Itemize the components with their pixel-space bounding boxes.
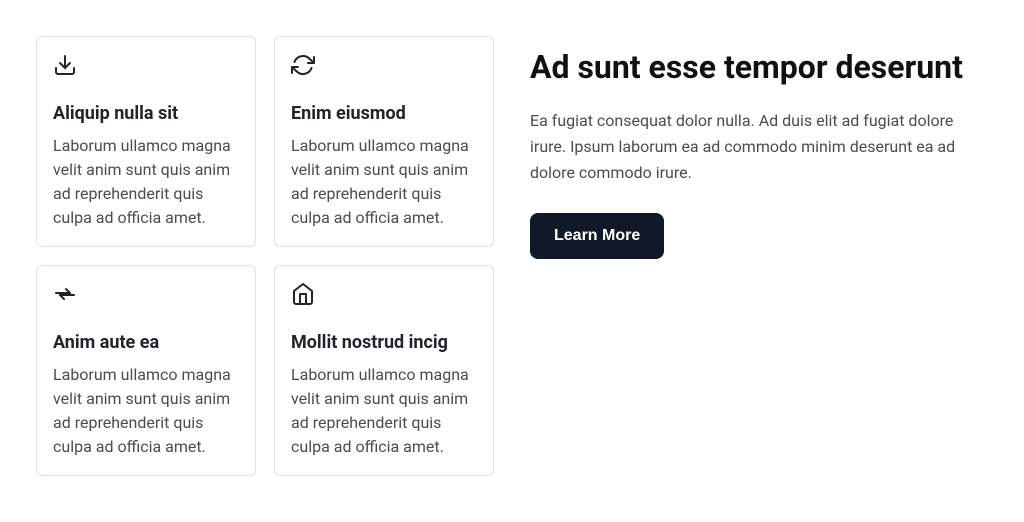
feature-cards-grid: Aliquip nulla sit Laborum ullamco magna … <box>36 36 494 476</box>
feature-card: Anim aute ea Laborum ullamco magna velit… <box>36 265 256 476</box>
feature-card-title: Anim aute ea <box>53 332 239 353</box>
hero-text: Ea fugiat consequat dolor nulla. Ad duis… <box>530 108 988 185</box>
feature-card-title: Enim eiusmod <box>291 103 477 124</box>
arrows-swap-icon <box>53 282 239 310</box>
download-icon <box>53 53 239 81</box>
feature-card: Enim eiusmod Laborum ullamco magna velit… <box>274 36 494 247</box>
feature-card-title: Aliquip nulla sit <box>53 103 239 124</box>
refresh-icon <box>291 53 477 81</box>
hero-section: Ad sunt esse tempor deserunt Ea fugiat c… <box>530 36 988 476</box>
learn-more-button[interactable]: Learn More <box>530 213 664 259</box>
feature-card-text: Laborum ullamco magna velit anim sunt qu… <box>291 363 477 459</box>
feature-card-text: Laborum ullamco magna velit anim sunt qu… <box>53 363 239 459</box>
feature-card-text: Laborum ullamco magna velit anim sunt qu… <box>291 134 477 230</box>
hero-title: Ad sunt esse tempor deserunt <box>530 48 988 86</box>
feature-card: Aliquip nulla sit Laborum ullamco magna … <box>36 36 256 247</box>
home-icon <box>291 282 477 310</box>
feature-card: Mollit nostrud incig Laborum ullamco mag… <box>274 265 494 476</box>
feature-card-text: Laborum ullamco magna velit anim sunt qu… <box>53 134 239 230</box>
feature-card-title: Mollit nostrud incig <box>291 332 477 353</box>
